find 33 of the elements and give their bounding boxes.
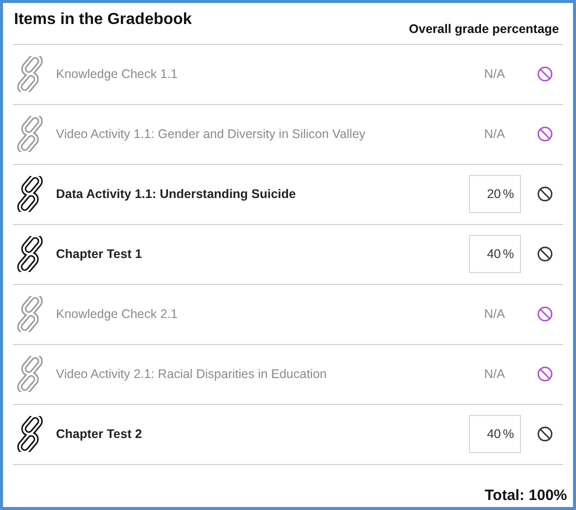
- percentage-value: 20: [486, 186, 501, 203]
- total-text: Total: 100%: [484, 486, 567, 506]
- not-applicable-text: N/A: [484, 366, 505, 383]
- gradebook-item-title: Video Activity 2.1: Racial Disparities in Education: [56, 366, 328, 383]
- exclude-button[interactable]: [537, 186, 553, 202]
- ban-icon: [537, 126, 553, 142]
- ban-icon: [537, 66, 553, 82]
- gradebook-item-title: Chapter Test 2: [56, 426, 143, 443]
- gradebook-item-title: Data Activity 1.1: Understanding Suicide: [56, 186, 297, 203]
- not-applicable-text: N/A: [484, 126, 505, 143]
- percent-sign: %: [502, 186, 514, 203]
- ban-icon: [537, 306, 553, 322]
- percentage-value: 40: [486, 426, 501, 443]
- column-heading: Overall grade percentage: [408, 21, 559, 38]
- ban-icon: [537, 366, 553, 382]
- percentage-field[interactable]: 40 %: [469, 415, 521, 454]
- ban-icon: [537, 426, 553, 442]
- gradebook-item-title: Chapter Test 1: [56, 246, 143, 263]
- exclude-button[interactable]: [537, 246, 553, 262]
- section-title: Items in the Gradebook: [14, 10, 192, 30]
- not-applicable-text: N/A: [484, 66, 505, 84]
- gradebook-item-title: Video Activity 1.1: Gender and Diversity in Silicon Valley: [56, 126, 366, 143]
- gradebook-item-title: Knowledge Check 2.1: [56, 306, 179, 323]
- ban-icon: [537, 246, 553, 262]
- percent-sign: %: [502, 426, 514, 443]
- not-applicable-text: N/A: [484, 306, 505, 323]
- gradebook-item-title: Knowledge Check 1.1: [56, 66, 179, 84]
- exclude-button[interactable]: [537, 426, 553, 442]
- percentage-value: 40: [486, 246, 501, 263]
- percentage-field[interactable]: 20 %: [469, 175, 521, 214]
- percentage-field[interactable]: 40 %: [469, 235, 521, 274]
- ban-icon: [537, 186, 553, 202]
- percent-sign: %: [502, 246, 514, 263]
